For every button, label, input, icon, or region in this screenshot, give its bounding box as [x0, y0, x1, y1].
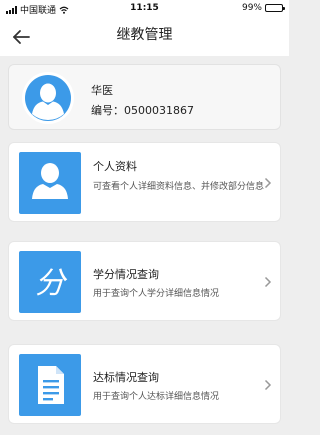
battery-percent: 99% [241, 3, 262, 13]
chevron-right-icon [264, 177, 272, 189]
nav-bar: 继教管理 [0, 18, 289, 56]
profile-id: 编号：0500031867 [91, 104, 194, 117]
card-title: 达标情况查询 [93, 371, 159, 384]
back-arrow-icon[interactable] [10, 26, 32, 48]
chevron-right-icon [264, 379, 272, 391]
card-description: 用于查询个人达标详细信息情况 [93, 392, 220, 402]
user-avatar-icon [22, 72, 74, 124]
credit-query-card[interactable]: 分 学分情况查询 用于查询个人学分详细信息情况 [8, 241, 281, 321]
card-title: 个人资料 [93, 160, 137, 173]
profile-card: 华医 编号：0500031867 [8, 64, 281, 130]
credit-fen-icon: 分 [19, 251, 81, 313]
status-right: 99% [241, 3, 285, 13]
page-title: 继教管理 [116, 27, 173, 43]
card-description: 用于查询个人学分详细信息情况 [93, 289, 220, 299]
profile-name: 华医 [91, 84, 113, 97]
personal-info-card[interactable]: 个人资料 可查看个人详细资料信息、并修改部分信息 [8, 142, 281, 222]
chevron-right-icon [264, 276, 272, 288]
card-description: 可查看个人详细资料信息、并修改部分信息 [93, 182, 265, 192]
card-title: 学分情况查询 [93, 268, 159, 281]
fen-glyph: 分 [35, 266, 68, 301]
status-bar: 中国联通 11:15 99% [0, 0, 289, 18]
standard-query-card[interactable]: 达标情况查询 用于查询个人达标详细信息情况 [8, 344, 281, 424]
battery-icon [265, 4, 285, 12]
document-icon [19, 354, 81, 416]
person-icon [19, 152, 81, 214]
